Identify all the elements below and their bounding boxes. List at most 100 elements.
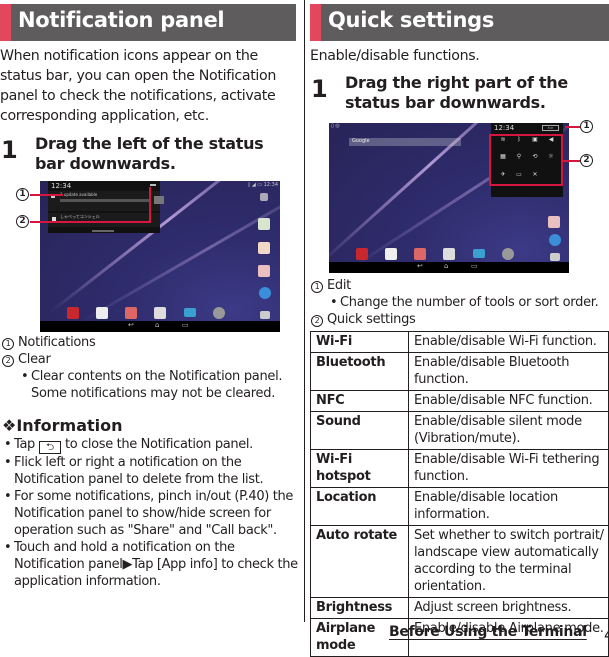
apps-grid-icon[interactable] — [260, 311, 270, 319]
notification-drawer[interactable]: 12:34 1 update available しゃべってコンシェル — [48, 181, 160, 233]
callout-2: 2 — [580, 154, 593, 167]
info-text: to close the Notification panel. — [64, 437, 253, 452]
information-item: Flick left or right a notification on th… — [2, 454, 298, 488]
setting-name: NFC — [310, 390, 409, 412]
widget — [154, 196, 164, 204]
tv-icon[interactable] — [184, 308, 196, 317]
section-header: Notification panel — [0, 4, 296, 41]
legend-label: Notifications — [18, 335, 96, 350]
legend-note: Clear contents on the Notification panel… — [2, 368, 298, 402]
intro-text: Enable/disable functions. — [310, 48, 480, 64]
legend-label: Edit — [327, 278, 351, 293]
notification-item[interactable]: しゃべってコンシェル — [48, 213, 160, 227]
home-nav-icon[interactable]: ⌂ — [155, 321, 159, 329]
quick-settings-section: Quick settings Enable/disable functions.… — [310, 0, 609, 113]
legend-number: 1 — [311, 281, 323, 293]
dmarket-icon[interactable] — [385, 248, 397, 260]
playstore-icon[interactable] — [154, 307, 166, 319]
legend-number: 2 — [2, 355, 14, 367]
quick-settings-table: Wi-Fi Enable/disable Wi-Fi function. Blue… — [310, 331, 609, 657]
navigation-bar: ↩ ⌂ ▭ — [40, 321, 280, 332]
notification-item[interactable]: 1 update available — [48, 191, 160, 211]
setting-desc: Set whether to switch portrait/ landscap… — [408, 525, 609, 598]
callout-line — [30, 221, 151, 223]
dvideo-icon[interactable] — [414, 248, 426, 260]
header-accent — [0, 4, 11, 41]
step-number: 1 — [1, 136, 18, 164]
apps-grid-icon[interactable] — [550, 253, 560, 261]
intro-text: When notification icons appear on the st… — [0, 48, 276, 124]
information-title: ❖Information — [2, 416, 123, 435]
status-icons: ▯ ◎ — [331, 123, 340, 129]
page-number: 46 — [604, 626, 609, 644]
callout-line — [149, 187, 151, 223]
home-nav-icon[interactable]: ⌂ — [444, 262, 448, 270]
legend-item: 2 Quick settings — [311, 311, 609, 328]
setting-name: Wi-Fi hotspot — [310, 449, 409, 488]
apps-icon[interactable] — [260, 193, 268, 201]
notification-body — [60, 199, 150, 202]
setting-name: Auto rotate — [310, 525, 409, 598]
callout-line — [30, 194, 63, 196]
back-nav-icon[interactable]: ↩ — [128, 321, 134, 329]
legend-note: Change the number of tools or sort order… — [311, 294, 609, 311]
playstore-icon[interactable] — [443, 248, 455, 260]
edit-button[interactable]: Edit — [542, 125, 559, 131]
notification-panel-screenshot: ▯ ◢ ▭ 12:34 12:34 1 update available しゃべ… — [40, 181, 280, 332]
section-header: Quick settings — [310, 4, 609, 41]
quick-settings-legend: 1 Edit Change the number of tools or sort… — [311, 277, 609, 328]
drawer-clock: 12:34 — [51, 182, 72, 190]
table-row: Wi-Fi Enable/disable Wi-Fi function. — [310, 331, 609, 353]
setting-desc: Enable/disable silent mode (Vibration/mu… — [408, 411, 609, 450]
dmarket-icon[interactable] — [96, 307, 108, 319]
callout-line — [562, 160, 580, 162]
header-accent — [310, 4, 321, 41]
setting-desc: Adjust screen brightness. — [408, 597, 609, 619]
table-row: Auto rotate Set whether to switch portrai… — [310, 525, 609, 598]
info-text: Tap — [14, 437, 35, 452]
google-search-bar[interactable]: Google — [349, 138, 461, 146]
information-item: Tap⮌to close the Notification panel. — [2, 436, 298, 454]
callout-1: 1 — [16, 188, 29, 201]
setting-desc: Enable/disable Bluetooth function. — [408, 352, 609, 391]
browser-icon[interactable] — [259, 287, 271, 299]
table-row: NFC Enable/disable NFC function. — [310, 390, 609, 412]
email-icon[interactable] — [258, 265, 270, 277]
legend-item: 1 Edit — [311, 277, 609, 294]
footer-section: Before Using the Terminal — [389, 624, 587, 640]
quick-settings-highlight — [489, 134, 563, 186]
browser-icon[interactable] — [549, 234, 561, 246]
column-divider — [304, 0, 305, 622]
setting-name: Wi-Fi — [310, 331, 409, 353]
setting-name: Brightness — [310, 597, 409, 619]
setting-desc: Enable/disable NFC function. — [408, 390, 609, 412]
notification-panel-section: Notification panel When notification ico… — [0, 0, 296, 174]
widget-icon[interactable] — [213, 307, 225, 319]
tv-icon[interactable] — [473, 249, 485, 258]
widget-icon[interactable] — [502, 248, 514, 260]
dvideo-icon[interactable] — [125, 307, 137, 319]
email-icon[interactable] — [548, 216, 560, 228]
step-text: Drag the left of the status bar downward… — [35, 134, 264, 173]
clear-icon[interactable] — [150, 184, 156, 186]
step-1: 1 Drag the right part of the status bar … — [310, 73, 609, 113]
setting-desc: Enable/disable location information. — [408, 487, 609, 526]
notification-footer — [92, 230, 114, 232]
recent-nav-icon[interactable]: ▭ — [471, 262, 478, 270]
callout-2: 2 — [16, 215, 29, 228]
section-title: Quick settings — [328, 8, 495, 32]
phone-icon[interactable] — [258, 218, 270, 230]
dmenu-icon[interactable] — [67, 307, 79, 319]
step-1: 1 Drag the left of the status bar downwa… — [0, 134, 296, 174]
back-nav-icon[interactable]: ↩ — [417, 262, 423, 270]
callout-line — [565, 126, 580, 128]
recent-nav-icon[interactable]: ▭ — [182, 321, 189, 329]
contacts-icon[interactable] — [258, 242, 270, 254]
setting-name: Sound — [310, 411, 409, 450]
legend-item: 2 Clear — [2, 351, 298, 368]
edit-label: Edit — [547, 126, 554, 130]
dmenu-icon[interactable] — [356, 248, 368, 260]
page-footer: Before Using the Terminal 46 — [389, 624, 609, 644]
search-placeholder: Google — [352, 138, 370, 144]
notification-title: 1 update available — [60, 192, 98, 197]
